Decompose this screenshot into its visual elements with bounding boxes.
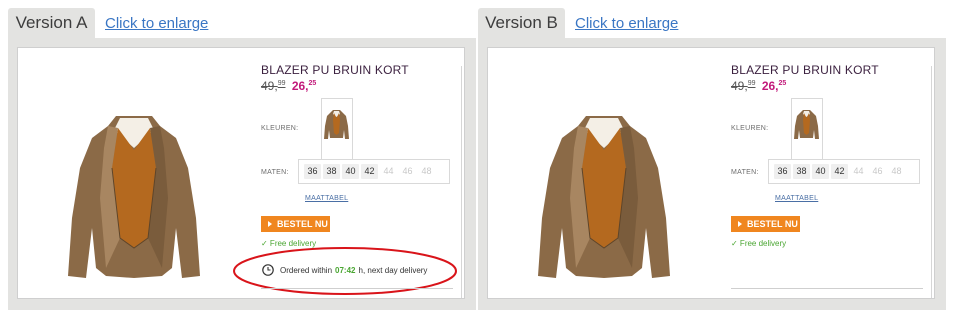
old-price: 49,99 [731,79,756,93]
size-chart-link[interactable]: MAATTABEL [775,195,818,202]
old-price: 49,99 [261,79,286,93]
price-block: 49,99 26,25 [731,79,786,93]
product-image-jacket[interactable] [64,108,204,283]
size-option-44: 44 [383,166,394,176]
size-option-46: 46 [402,166,413,176]
product-title: BLAZER PU BRUIN KORT [731,63,879,77]
size-option-46: 46 [872,166,883,176]
play-arrow-icon [738,221,742,227]
order-now-button[interactable]: BESTEL NU [261,216,330,232]
color-swatch-frame [791,98,823,160]
size-chart-link[interactable]: MAATTABEL [305,195,348,202]
enlarge-link-b[interactable]: Click to enlarge [575,15,678,32]
size-option-38[interactable]: 38 [793,164,810,179]
size-option-40[interactable]: 40 [812,164,829,179]
sizes-label: MATEN: [731,169,759,176]
sale-price: 26,25 [291,79,317,93]
size-option-44: 44 [853,166,864,176]
color-swatch-frame [321,98,353,160]
product-card-b: BLAZER PU BRUIN KORT 49,99 26,25 KLEUREN… [487,47,935,299]
sizes-label: MATEN: [261,169,289,176]
divider [261,288,453,289]
play-arrow-icon [268,221,272,227]
color-swatch-brown[interactable] [794,108,819,141]
version-b-panel: Version B Click to enlarge BLAZER PU BRU… [478,8,946,310]
divider [731,288,923,289]
version-a-tab: Version A [8,8,95,38]
size-option-36[interactable]: 36 [304,164,321,179]
size-option-48: 48 [891,166,902,176]
size-option-38[interactable]: 38 [323,164,340,179]
sale-price: 26,25 [761,79,787,93]
size-option-42[interactable]: 42 [361,164,378,179]
scrollbar[interactable] [931,66,932,298]
size-options: 36 38 40 42 44 46 48 [304,164,435,179]
order-now-button[interactable]: BESTEL NU [731,216,800,232]
price-block: 49,99 26,25 [261,79,316,93]
size-option-40[interactable]: 40 [342,164,359,179]
product-title: BLAZER PU BRUIN KORT [261,63,409,77]
size-option-36[interactable]: 36 [774,164,791,179]
version-a-panel: Version A Click to enlarge BLAZER PU BRU… [8,8,476,310]
size-option-48: 48 [421,166,432,176]
version-a-frame: BLAZER PU BRUIN KORT 49,99 26,25 KLEUREN… [8,38,476,310]
product-image-jacket[interactable] [534,108,674,283]
size-options: 36 38 40 42 44 46 48 [774,164,905,179]
enlarge-link-a[interactable]: Click to enlarge [105,15,208,32]
order-now-label: BESTEL NU [747,219,798,229]
scrollbar[interactable] [461,66,462,298]
product-card-a: BLAZER PU BRUIN KORT 49,99 26,25 KLEUREN… [17,47,465,299]
version-b-tab: Version B [478,8,565,38]
color-swatch-brown[interactable] [324,108,349,141]
version-b-frame: BLAZER PU BRUIN KORT 49,99 26,25 KLEUREN… [478,38,946,310]
size-option-42[interactable]: 42 [831,164,848,179]
colors-label: KLEUREN: [261,125,299,132]
colors-label: KLEUREN: [731,125,769,132]
order-now-label: BESTEL NU [277,219,328,229]
free-delivery-text: ✓ Free delivery [731,239,787,248]
